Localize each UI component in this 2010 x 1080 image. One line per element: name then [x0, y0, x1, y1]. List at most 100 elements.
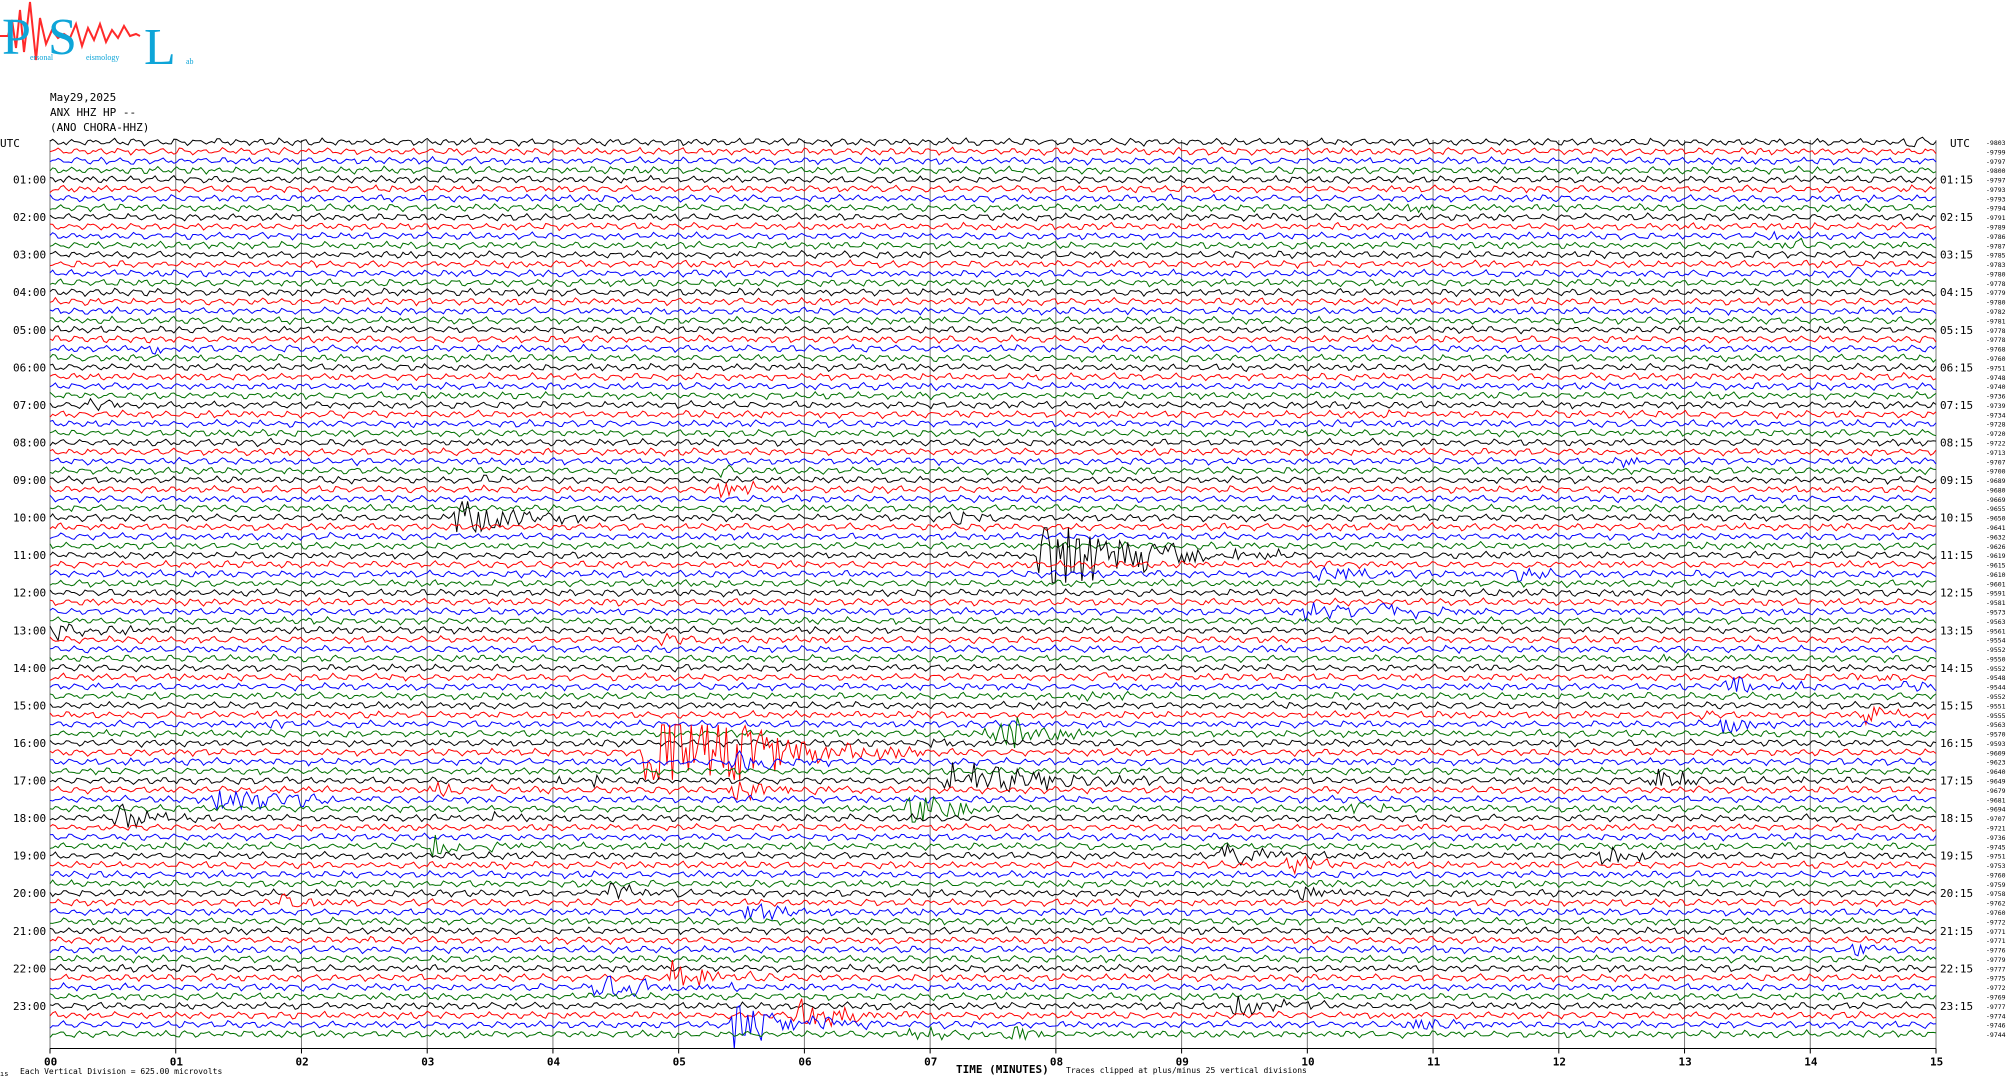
trace-55 — [49, 652, 1937, 664]
x-tick-label: 14 — [1804, 1055, 1818, 1068]
trace-value-label: -9632 — [1986, 533, 2006, 541]
trace-66 — [50, 749, 1937, 772]
trace-3 — [49, 165, 1937, 176]
right-hour-label: 09:15 — [1940, 474, 1973, 487]
trace-value-label: -9768 — [1986, 346, 2006, 354]
trace-28 — [49, 397, 1937, 412]
trace-value-label: -9778 — [1986, 327, 2006, 335]
x-tick-label: 03 — [421, 1055, 434, 1068]
left-hour-label: 22:00 — [13, 962, 46, 975]
x-axis-title: TIME (MINUTES) — [956, 1063, 1049, 1076]
right-utc-label: UTC — [1950, 137, 1970, 150]
trace-value-label: -9787 — [1986, 242, 2006, 250]
right-hour-label: 02:15 — [1940, 211, 1973, 224]
trace-26 — [49, 381, 1937, 392]
left-hour-label: 16:00 — [13, 737, 46, 750]
trace-56 — [49, 662, 1937, 673]
left-hour-label: 05:00 — [13, 324, 46, 337]
trace-value-label: -9615 — [1986, 562, 2006, 570]
trace-value-label: -9655 — [1986, 505, 2006, 513]
x-tick-label: 02 — [295, 1055, 308, 1068]
logo-word-ersonal: ersonal — [30, 53, 54, 62]
trace-value-label: -9548 — [1986, 674, 2006, 682]
trace-value-label: -9793 — [1986, 186, 2006, 194]
left-hour-labels: 01:00 02:00 03:00 04:00 05:00 06:00 07:00 08:00… — [13, 174, 46, 1013]
left-hour-label: 03:00 — [13, 249, 46, 262]
trace-value-label: -9720 — [1986, 430, 2006, 438]
trace-87 — [50, 954, 1937, 964]
left-hour-label: 21:00 — [13, 925, 46, 938]
trace-value-label: -9744 — [1986, 1031, 2006, 1039]
right-hour-label: 04:15 — [1940, 286, 1973, 299]
trace-27 — [49, 390, 1937, 401]
trace-value-label: -9746 — [1986, 1022, 2006, 1030]
left-hour-label: 09:00 — [13, 474, 46, 487]
trace-value-label: -9563 — [1986, 721, 2006, 729]
right-hour-label: 03:15 — [1940, 249, 1973, 262]
trace-46 — [49, 566, 1937, 583]
trace-90 — [49, 975, 1936, 998]
logo-word-ab: ab — [186, 57, 194, 66]
trace-41 — [49, 522, 1937, 533]
right-hour-label: 07:15 — [1940, 399, 1973, 412]
right-hour-label: 10:15 — [1940, 512, 1973, 525]
trace-value-label: -9762 — [1986, 900, 2006, 908]
trace-20 — [49, 324, 1937, 335]
trace-value-label: -9799 — [1986, 148, 2006, 156]
corner-mark: ıs — [0, 1070, 8, 1078]
trace-19 — [49, 315, 1937, 326]
clipping-note: Traces clipped at plus/minus 25 vertical… — [1066, 1066, 1307, 1075]
left-hour-label: 01:00 — [13, 174, 46, 187]
header-location: (ANO CHORA-HHZ) — [50, 121, 149, 134]
trace-value-label: -9748 — [1986, 374, 2006, 382]
trace-25 — [49, 371, 1937, 382]
trace-value-label: -9713 — [1986, 449, 2006, 457]
trace-value-label: -9649 — [1986, 778, 2006, 786]
trace-86 — [49, 943, 1937, 957]
trace-78 — [49, 869, 1937, 880]
logo-letter-p: P — [2, 9, 31, 66]
trace-76 — [49, 842, 1937, 867]
trace-value-label: -9552 — [1986, 646, 2006, 654]
trace-31 — [49, 428, 1937, 439]
x-tick-label: 07 — [924, 1055, 937, 1068]
trace-value-label: -9781 — [1986, 317, 2006, 325]
trace-53 — [49, 632, 1937, 647]
trace-54 — [49, 644, 1937, 655]
trace-value-label: -9619 — [1986, 552, 2006, 560]
psl-logo: P S L ersonal eismology ab — [0, 1, 194, 76]
trace-52 — [49, 623, 1937, 642]
trace-value-label: -9721 — [1986, 824, 2006, 832]
right-hour-label: 12:15 — [1940, 587, 1973, 600]
trace-39 — [49, 503, 1937, 513]
x-tick-label: 13 — [1679, 1055, 1692, 1068]
x-tick-label: 15 — [1930, 1055, 1943, 1068]
trace-value-label: -9803 — [1986, 139, 2006, 147]
trace-1 — [49, 146, 1937, 157]
trace-35 — [49, 464, 1937, 479]
trace-84 — [49, 925, 1937, 936]
trace-value-label: -9775 — [1986, 975, 2006, 983]
trace-38 — [49, 494, 1937, 504]
trace-value-label: -9694 — [1986, 806, 2006, 814]
trace-value-label: -9771 — [1986, 937, 2006, 945]
left-hour-label: 08:00 — [13, 436, 46, 449]
trace-value-label: -9791 — [1986, 214, 2006, 222]
left-hour-label: 11:00 — [13, 549, 46, 562]
trace-88 — [49, 963, 1937, 974]
trace-16 — [49, 287, 1937, 298]
trace-14 — [49, 266, 1937, 279]
left-hour-label: 12:00 — [13, 587, 46, 600]
left-hour-label: 04:00 — [13, 286, 46, 299]
trace-value-label: -9797 — [1986, 158, 2006, 166]
vertical-division-note: Each Vertical Division = 625.00 microvol… — [20, 1067, 222, 1076]
trace-45 — [49, 559, 1937, 570]
trace-10 — [49, 230, 1937, 241]
trace-value-label: -9797 — [1986, 177, 2006, 185]
left-hour-label: 02:00 — [13, 211, 46, 224]
helicorder-plot: P S L ersonal eismology ab May29,2025 AN… — [0, 1, 2006, 1078]
trace-value-label: -9794 — [1986, 205, 2006, 213]
trace-value-label: -9736 — [1986, 834, 2006, 842]
trace-value-label: -9782 — [1986, 308, 2006, 316]
trace-91 — [49, 991, 1937, 1002]
